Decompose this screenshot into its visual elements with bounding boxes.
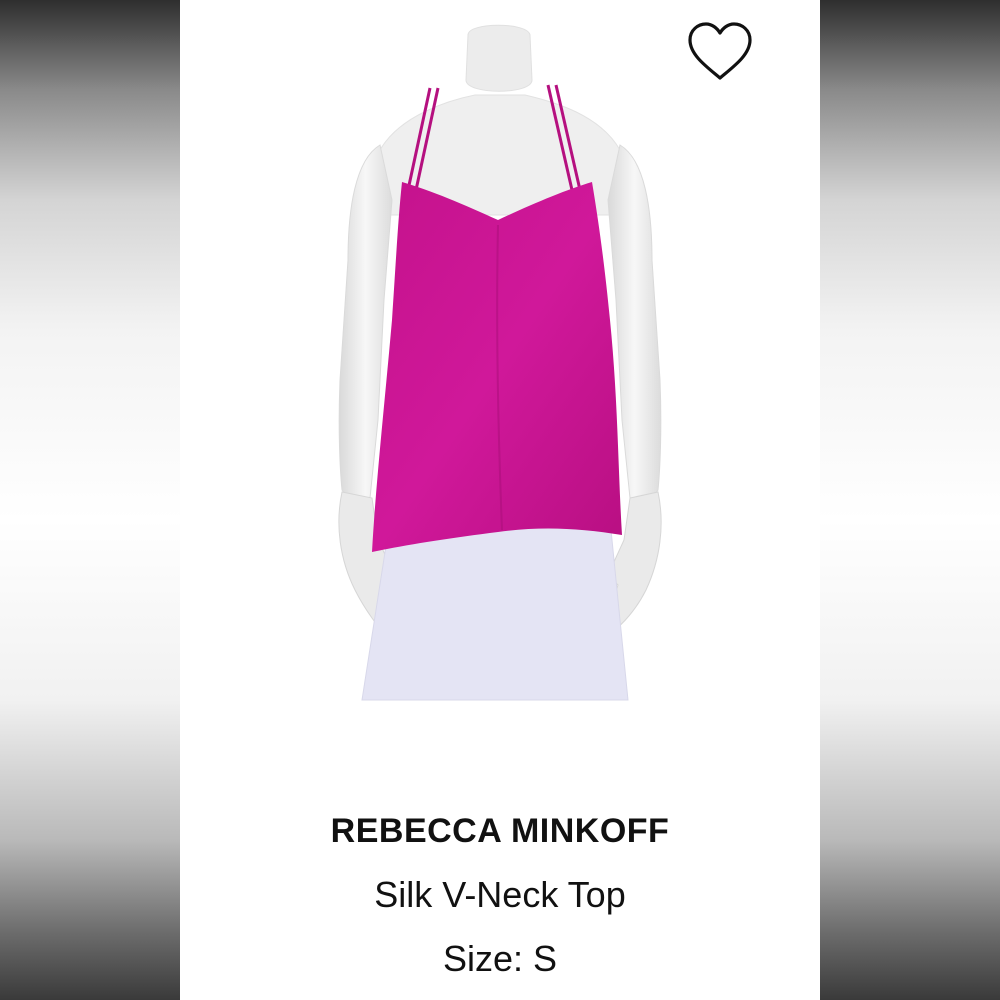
product-title: Silk V-Neck Top — [374, 874, 626, 915]
left-blurred-backdrop — [0, 0, 180, 1000]
mannequin-neck — [465, 24, 533, 92]
brand-name: REBECCA MINKOFF — [330, 812, 670, 850]
product-card[interactable]: REBECCA MINKOFF Silk V-Neck Top Size: S — [180, 0, 820, 1000]
right-blurred-backdrop — [820, 0, 1000, 1000]
product-photo — [338, 24, 662, 701]
favorite-button[interactable] — [680, 14, 760, 90]
heart-outline-icon — [688, 22, 752, 80]
size-label: Size: S — [442, 938, 558, 979]
white-skirt — [361, 519, 629, 701]
